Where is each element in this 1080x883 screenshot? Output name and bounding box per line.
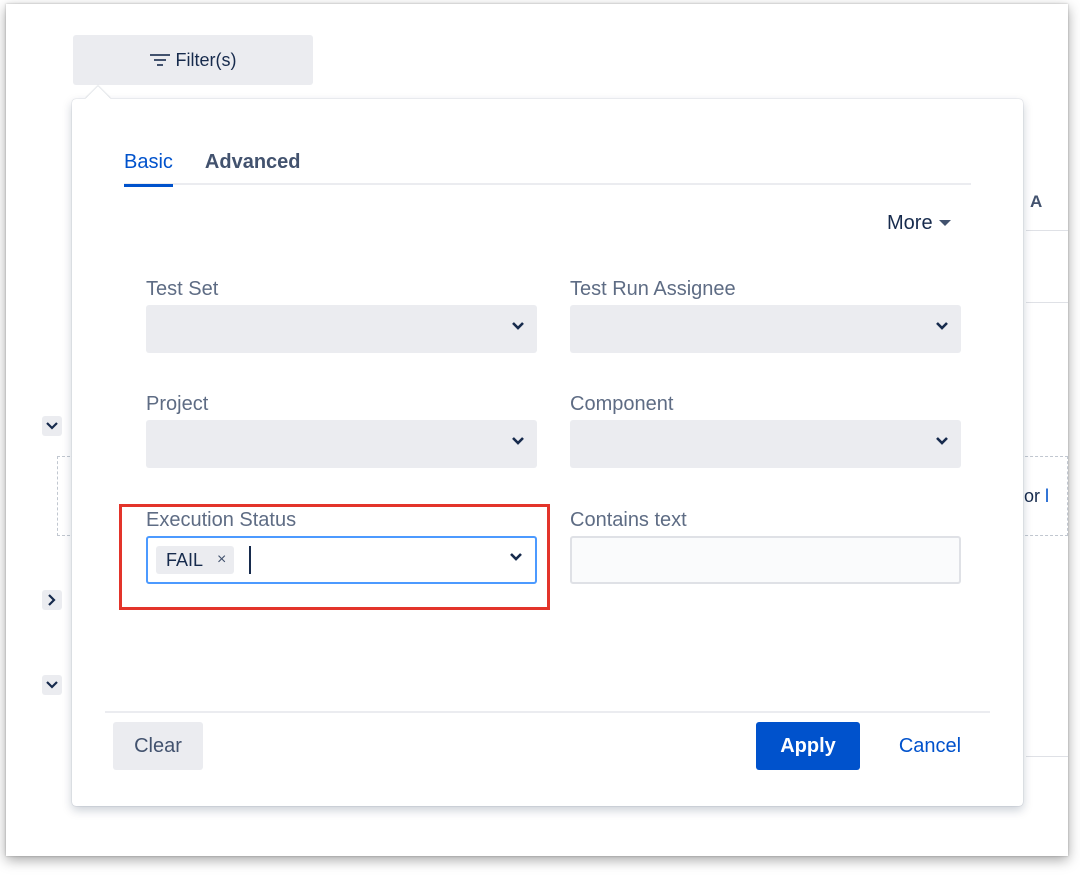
chevron-right-icon	[48, 594, 56, 606]
expand-toggle[interactable]	[42, 416, 62, 436]
expand-toggle[interactable]	[42, 590, 62, 610]
test-run-assignee-label: Test Run Assignee	[570, 278, 736, 300]
filter-button-label: Filter(s)	[175, 49, 237, 70]
caret-down-icon	[938, 220, 951, 226]
filter-button[interactable]: Filter(s)	[73, 35, 313, 85]
component-select[interactable]	[570, 420, 961, 468]
chevron-down-icon	[936, 437, 948, 445]
project-label: Project	[146, 393, 209, 415]
cancel-button[interactable]: Cancel	[880, 722, 980, 770]
chevron-down-icon	[936, 322, 948, 330]
apply-button[interactable]: Apply	[756, 722, 860, 770]
clear-button[interactable]: Clear	[113, 722, 203, 770]
project-select[interactable]	[146, 420, 537, 468]
or-label: or	[1024, 486, 1041, 506]
popup-caret	[85, 86, 111, 112]
tab-basic[interactable]: Basic	[124, 139, 173, 187]
chevron-down-icon	[46, 422, 58, 430]
expand-toggle[interactable]	[42, 675, 62, 695]
test-set-label: Test Set	[146, 278, 219, 300]
more-dropdown[interactable]: More	[887, 212, 951, 235]
screenshot-frame: Filter(s) A or l Basic Advanced More Tes…	[6, 4, 1068, 856]
more-label: More	[887, 212, 933, 234]
chevron-down-icon	[512, 322, 524, 330]
filter-tabs: Basic Advanced	[124, 139, 971, 187]
filter-popup: Basic Advanced More Test Set Test Run As…	[72, 86, 1023, 806]
chevron-down-icon	[512, 437, 524, 445]
test-set-select[interactable]	[146, 305, 537, 353]
component-label: Component	[570, 393, 674, 415]
footer-divider	[105, 711, 990, 713]
divider	[1026, 302, 1068, 303]
column-header-fragment: A	[1030, 192, 1043, 211]
divider	[1026, 230, 1068, 231]
test-run-assignee-select[interactable]	[570, 305, 961, 353]
filter-icon	[149, 54, 170, 66]
highlight-box	[119, 504, 550, 610]
tab-advanced[interactable]: Advanced	[205, 139, 301, 185]
contains-text-label: Contains text	[570, 509, 687, 531]
chevron-down-icon	[46, 681, 58, 689]
divider	[1026, 756, 1068, 757]
or-text: or l	[1024, 486, 1049, 507]
link-fragment[interactable]: l	[1045, 486, 1049, 506]
contains-text-input[interactable]	[570, 536, 961, 584]
